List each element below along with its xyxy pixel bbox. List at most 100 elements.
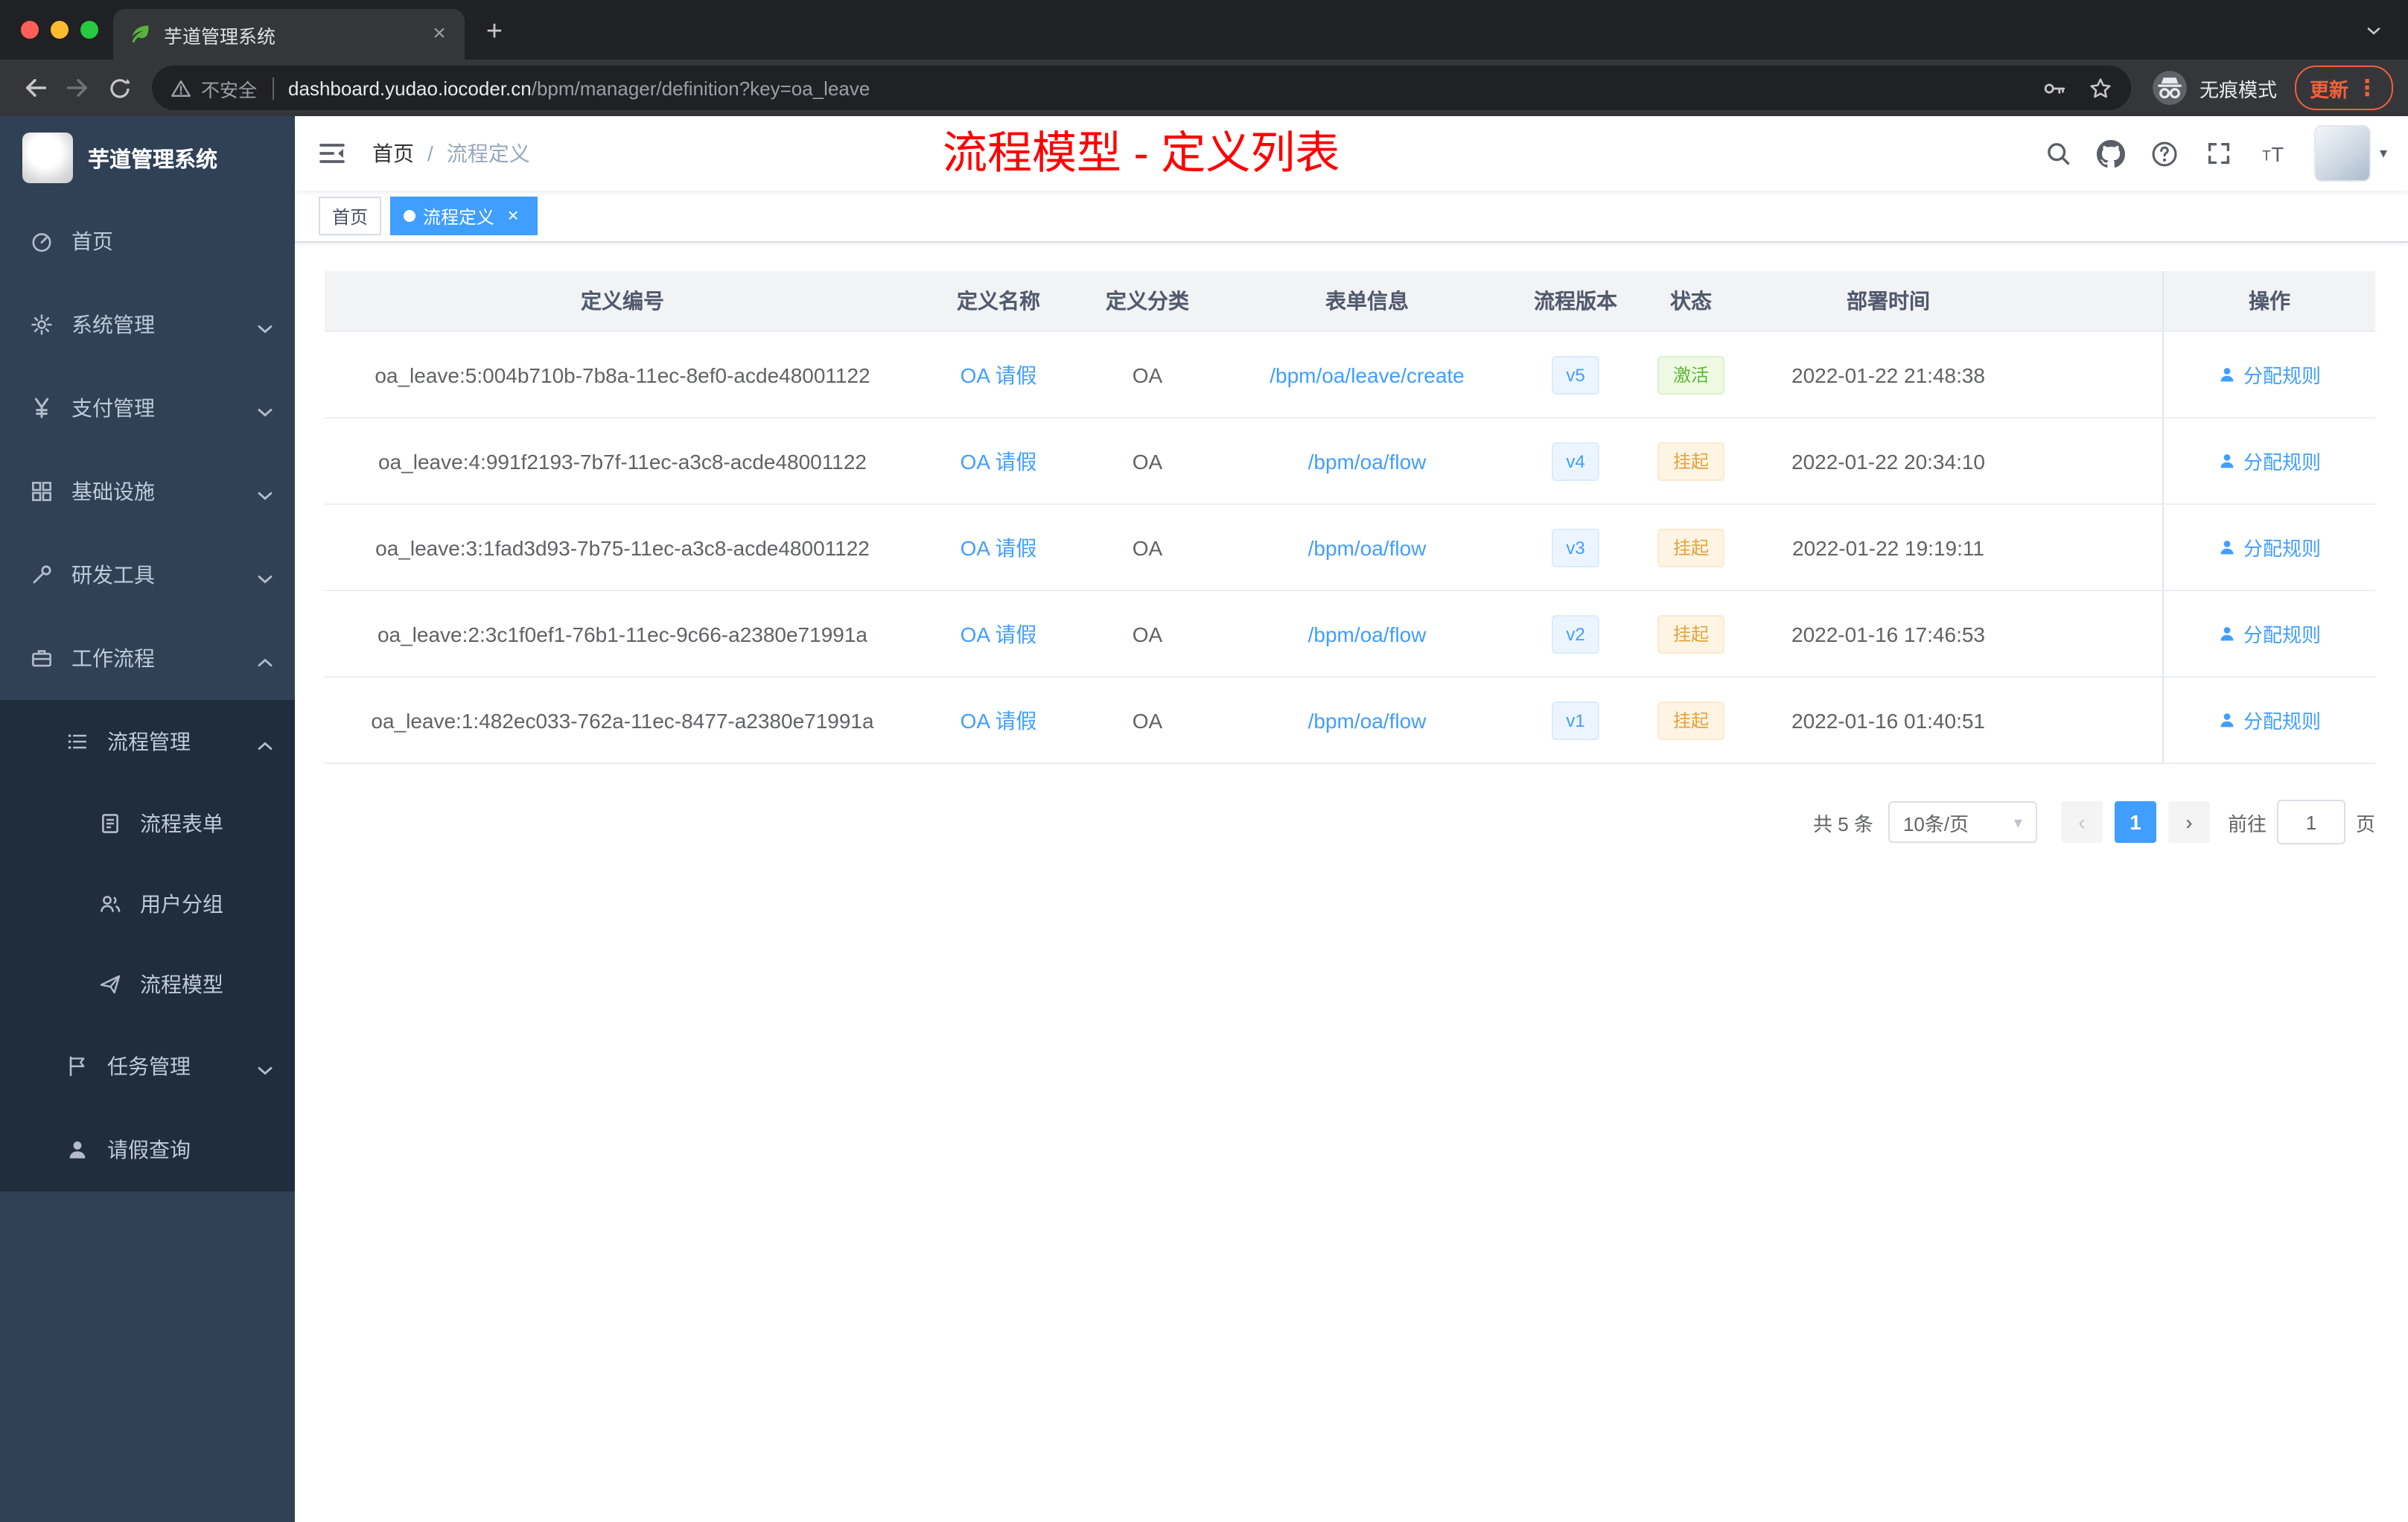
goto-label: 前往: [2227, 812, 2267, 835]
page-number-button[interactable]: 1: [2114, 801, 2156, 843]
sidebar-item-home[interactable]: 首页: [0, 200, 295, 283]
help-icon[interactable]: [2138, 116, 2192, 191]
cell-version: v4: [1516, 418, 1635, 503]
assign-rule-link[interactable]: 分配规则: [2218, 360, 2321, 389]
form-link[interactable]: /bpm/oa/flow: [1308, 622, 1427, 646]
sidebar-item-process-mgmt[interactable]: 流程管理: [0, 700, 295, 783]
next-page-button[interactable]: ›: [2167, 801, 2210, 843]
users-icon: [101, 896, 121, 912]
tab-search-caret-icon[interactable]: [2363, 21, 2384, 42]
sidebar-item-payment-mgmt[interactable]: 支付管理: [0, 366, 295, 450]
tag-close-icon[interactable]: ×: [502, 204, 524, 227]
cell-category: OA: [1132, 708, 1163, 732]
cell-filler: [2030, 591, 2162, 676]
sidebar-item-process-model[interactable]: 流程模型: [0, 944, 295, 1025]
navbar: 首页 / 流程定义 流程模型 - 定义列表 T T ▾: [295, 116, 2408, 191]
assign-rule-label: 分配规则: [2243, 624, 2321, 646]
cell-definition-id: oa_leave:2:3c1f0ef1-76b1-11ec-9c66-a2380…: [377, 622, 867, 646]
person-icon: [2221, 713, 2235, 727]
breadcrumb-separator: /: [427, 141, 433, 165]
form-link[interactable]: /bpm/oa/flow: [1308, 535, 1427, 559]
app-window: 芋道管理系统 首页 系统管理 支付管理 基础设施 研发工具 工作流程 流程管理 流程表单 用户分…: [0, 116, 2408, 1522]
hamburger-icon[interactable]: [295, 138, 369, 168]
cell-definition-name: OA 请假: [920, 332, 1077, 417]
tab-close-icon[interactable]: ×: [426, 21, 453, 48]
column-header-filler: [2030, 271, 2162, 331]
gear-icon: [31, 314, 52, 335]
reload-icon[interactable]: [98, 67, 140, 109]
back-icon[interactable]: [15, 67, 57, 109]
window-minimize-button[interactable]: [51, 21, 69, 39]
github-icon[interactable]: [2085, 116, 2138, 191]
warning-icon: [170, 77, 192, 99]
navbar-actions: TT ▾: [2031, 116, 2408, 191]
assign-rule-label: 分配规则: [2243, 710, 2321, 733]
new-tab-button[interactable]: +: [474, 12, 515, 54]
font-size-icon[interactable]: TT: [2246, 116, 2299, 191]
password-key-icon[interactable]: [2042, 75, 2067, 101]
page-unit-label: 页: [2355, 812, 2375, 835]
avatar-caret-icon: ▾: [2379, 145, 2387, 162]
sidebar-item-user-group[interactable]: 用户分组: [0, 864, 295, 944]
assign-rule-link[interactable]: 分配规则: [2218, 620, 2321, 648]
update-button[interactable]: 更新 ⋮: [2294, 66, 2393, 110]
sidebar-item-leave-query[interactable]: 请假查询: [0, 1108, 295, 1191]
form-link[interactable]: /bpm/oa/flow: [1308, 449, 1427, 473]
cell-status: 挂起: [1635, 418, 1747, 503]
tag-process-definition[interactable]: 流程定义 ×: [390, 197, 538, 235]
goto-page-input[interactable]: [2276, 800, 2345, 844]
window-controls: [21, 21, 98, 39]
definition-name-link[interactable]: OA 请假: [961, 619, 1037, 649]
table-header-row: 定义编号 定义名称 定义分类 表单信息 流程版本 状态 部署时间 操作: [325, 271, 2375, 332]
prev-page-button[interactable]: ‹: [2060, 801, 2103, 843]
search-icon[interactable]: [2031, 116, 2085, 191]
sidebar-item-system-mgmt[interactable]: 系统管理: [0, 283, 295, 366]
dashboard-icon: [32, 233, 51, 252]
definition-name-link[interactable]: OA 请假: [961, 532, 1037, 562]
page-size-select[interactable]: 10条/页 ▾: [1888, 801, 2037, 843]
browser-tab[interactable]: 芋道管理系统 ×: [113, 9, 465, 60]
sidebar-item-dev-tools[interactable]: 研发工具: [0, 533, 295, 617]
assign-rule-link[interactable]: 分配规则: [2218, 533, 2321, 561]
omnibox[interactable]: 不安全 dashboard.yudao.iocoder.cn/bpm/manag…: [152, 66, 2131, 110]
form-link[interactable]: /bpm/oa/leave/create: [1270, 363, 1465, 386]
cell-definition-name: OA 请假: [920, 591, 1077, 676]
bookmark-star-icon[interactable]: [2088, 75, 2113, 101]
definition-name-link[interactable]: OA 请假: [961, 360, 1037, 389]
tags-view-bar: 首页 流程定义 ×: [295, 191, 2408, 243]
sidebar-item-workflow[interactable]: 工作流程: [0, 617, 295, 700]
chevron-down-icon: [253, 399, 273, 418]
cell-filler: [2030, 418, 2162, 503]
definition-name-link[interactable]: OA 请假: [961, 446, 1037, 476]
breadcrumb-home[interactable]: 首页: [372, 138, 414, 168]
security-chip[interactable]: 不安全: [170, 74, 257, 102]
list-icon: [68, 734, 87, 749]
column-header-name: 定义名称: [957, 289, 1040, 313]
sidebar-item-infrastructure[interactable]: 基础设施: [0, 450, 295, 533]
forward-icon[interactable]: [57, 67, 98, 109]
url-path: /bpm/manager/definition?key=oa_leave: [531, 77, 870, 99]
url-text: dashboard.yudao.iocoder.cn/bpm/manager/d…: [288, 77, 2024, 99]
browser-address-bar: 不安全 dashboard.yudao.iocoder.cn/bpm/manag…: [0, 60, 2408, 116]
window-close-button[interactable]: [21, 21, 39, 39]
avatar[interactable]: [2313, 125, 2371, 182]
person-icon: [2221, 541, 2235, 555]
definition-name-link[interactable]: OA 请假: [961, 705, 1037, 735]
user-menu[interactable]: ▾: [2313, 125, 2387, 182]
fullscreen-icon[interactable]: [2192, 116, 2246, 191]
sidebar-item-process-form[interactable]: 流程表单: [0, 783, 295, 864]
form-link[interactable]: /bpm/oa/flow: [1308, 708, 1427, 732]
window-zoom-button[interactable]: [80, 21, 98, 39]
cell-action: 分配规则: [2162, 678, 2375, 762]
omnibox-divider: [272, 77, 274, 99]
table-body: oa_leave:5:004b710b-7b8a-11ec-8ef0-acde4…: [325, 332, 2375, 764]
tag-home[interactable]: 首页: [319, 197, 382, 235]
chevron-down-icon: [258, 1067, 273, 1076]
assign-rule-link[interactable]: 分配规则: [2218, 447, 2321, 475]
sidebar-logo[interactable]: 芋道管理系统: [0, 116, 295, 200]
assign-rule-link[interactable]: 分配规则: [2218, 706, 2321, 734]
chevron-up-icon: [258, 742, 273, 751]
sidebar-item-task-mgmt[interactable]: 任务管理: [0, 1025, 295, 1108]
column-header-category: 定义分类: [1106, 289, 1189, 313]
browser-menu-icon[interactable]: ⋮: [2356, 74, 2378, 101]
